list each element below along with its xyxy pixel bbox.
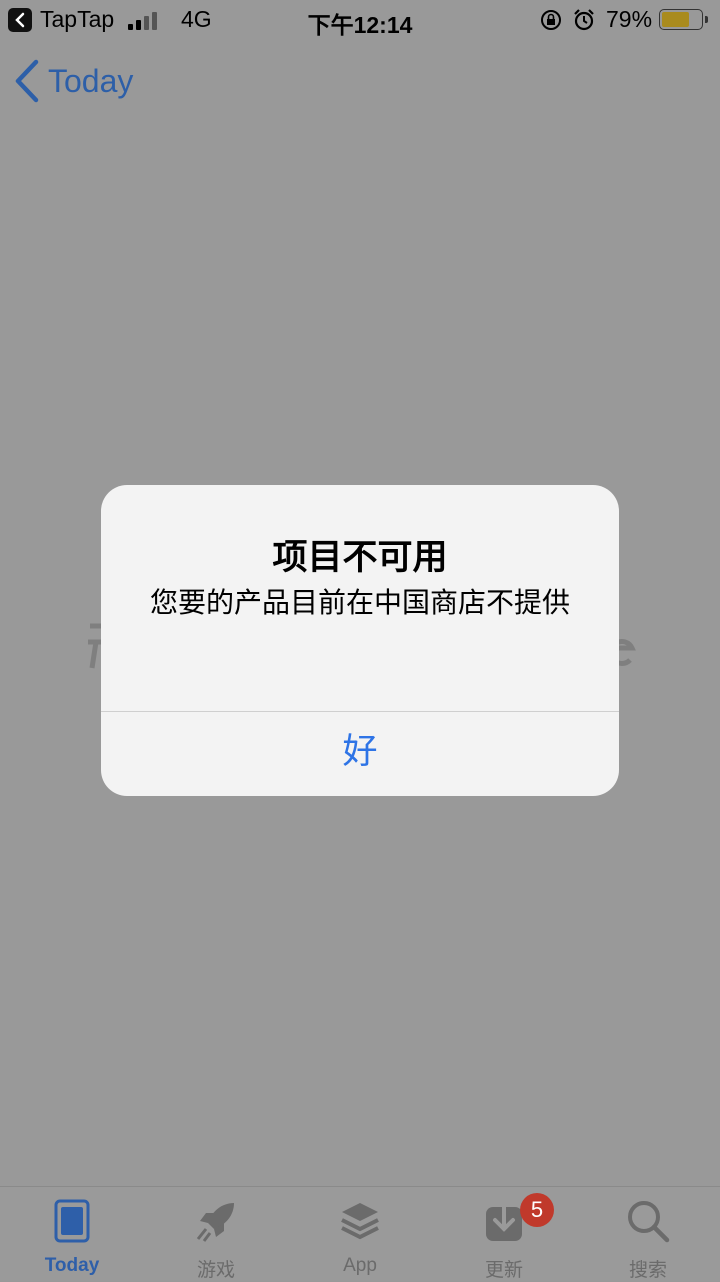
updates-badge: 5 [520, 1193, 554, 1227]
today-icon [54, 1199, 90, 1243]
battery-fill [662, 12, 689, 27]
layers-icon [341, 1203, 379, 1240]
tab-today[interactable]: Today [0, 1187, 144, 1281]
rocket-icon [196, 1203, 234, 1242]
alarm-icon [574, 9, 594, 31]
status-bar: TapTap 4G 下午12:14 79% [0, 0, 720, 40]
tab-search[interactable]: 搜索 [576, 1187, 720, 1281]
tab-apps-label: App [343, 1255, 377, 1276]
tab-updates[interactable]: 更新 [432, 1187, 576, 1281]
search-icon [628, 1201, 670, 1243]
chevron-left-icon [15, 59, 39, 103]
alert-title: 项目不可用 [272, 538, 448, 577]
tab-updates-label: 更新 [484, 1260, 523, 1281]
battery-percentage: 79% [606, 6, 653, 32]
download-icon [486, 1199, 522, 1241]
alert-ok-button[interactable]: 好 [101, 712, 619, 796]
alert-message: 您要的产品目前在中国商店不提供 [149, 587, 570, 618]
back-button[interactable]: Today [14, 58, 133, 104]
tab-games[interactable]: 游戏 [144, 1187, 288, 1281]
battery-icon [659, 9, 708, 30]
tab-bar: Today 游戏 App 更新 搜索 [0, 1186, 720, 1281]
back-button-label: Today [48, 62, 134, 99]
tab-search-label: 搜索 [628, 1260, 667, 1281]
tab-apps[interactable]: App [288, 1187, 432, 1281]
tab-games-label: 游戏 [196, 1260, 235, 1281]
alert-dialog: 项目不可用 您要的产品目前在中国商店不提供 好 [101, 485, 619, 796]
tab-today-label: Today [44, 1255, 100, 1276]
rotation-lock-icon [541, 10, 561, 30]
